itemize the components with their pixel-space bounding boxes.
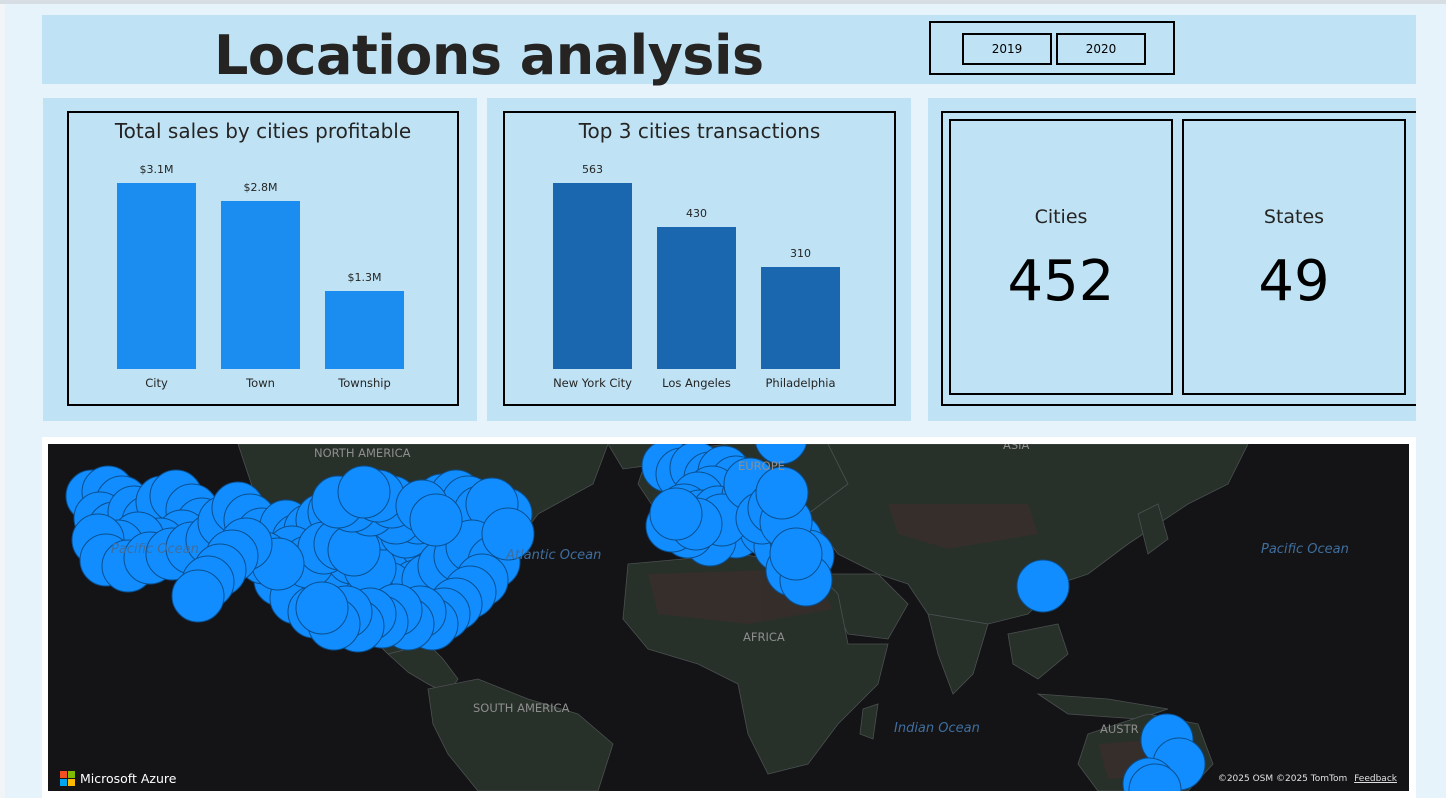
continent-label-australia: AUSTR <box>1100 722 1139 736</box>
sales-chart-title: Total sales by cities profitable <box>114 119 412 143</box>
microsoft-logo-icon <box>60 771 75 786</box>
transactions-bar-value-0: 563 <box>582 163 603 176</box>
transactions-bar-value-2: 310 <box>790 247 811 260</box>
sales-bar-0[interactable] <box>117 183 196 369</box>
map-land-layer <box>65 444 1249 791</box>
transactions-bar-2[interactable] <box>761 267 840 369</box>
transactions-bar-category-1: Los Angeles <box>662 376 731 390</box>
sales-bar-value-0: $3.1M <box>139 163 174 176</box>
transactions-chart-card[interactable]: Top 3 cities transactions 563 New York Ci… <box>503 111 896 406</box>
location-bubble-other-1[interactable] <box>755 466 809 520</box>
map-attribution: ©2025 OSM ©2025 TomTom Feedback <box>1218 774 1397 784</box>
sales-bar-value-1: $2.8M <box>243 181 278 194</box>
continent-label-north-america: NORTH AMERICA <box>314 446 411 460</box>
cities-kpi-label: Cities <box>1034 206 1088 228</box>
left-edge <box>0 4 5 798</box>
sales-bar-1[interactable] <box>221 201 300 369</box>
transactions-bar-category-2: Philadelphia <box>765 376 836 390</box>
sales-bar-value-2: $1.3M <box>347 271 382 284</box>
top-edge <box>0 0 1446 4</box>
transactions-bar-1[interactable] <box>657 227 736 369</box>
logo-square-green <box>68 771 75 778</box>
location-bubble-na-97[interactable] <box>409 493 463 547</box>
transactions-chart-title: Top 3 cities transactions <box>578 119 821 143</box>
sales-bar-category-0: City <box>145 376 168 390</box>
logo-square-yellow <box>68 779 75 786</box>
continent-label-south-america: SOUTH AMERICA <box>473 701 570 715</box>
location-bubble-other-3[interactable] <box>1016 559 1070 613</box>
cities-kpi-card[interactable]: Cities 452 <box>949 119 1173 395</box>
slicer-option-2020[interactable]: 2020 <box>1056 33 1146 65</box>
location-bubble-na-118[interactable] <box>295 581 349 635</box>
ocean-label-atlantic: Atlantic Ocean <box>506 548 602 563</box>
azure-logo-text: Microsoft Azure <box>80 771 177 786</box>
sales-chart-card[interactable]: Total sales by cities profitable $3.1M Ci… <box>67 111 459 406</box>
logo-square-red <box>60 771 67 778</box>
states-kpi-label: States <box>1263 206 1325 228</box>
transactions-bar-category-0: New York City <box>553 376 632 390</box>
world-map[interactable]: Pacific Ocean Atlantic Ocean Pacific Oce… <box>48 444 1409 791</box>
sales-bar-category-2: Township <box>338 376 391 390</box>
sales-bar-category-1: Town <box>246 376 275 390</box>
ocean-label-indian: Indian Ocean <box>894 721 980 736</box>
feedback-link[interactable]: Feedback <box>1354 774 1397 784</box>
logo-square-blue <box>60 779 67 786</box>
year-slicer: 2019 2020 <box>929 21 1175 75</box>
sales-bar-2[interactable] <box>325 291 404 369</box>
transactions-bar-value-1: 430 <box>686 207 707 220</box>
location-bubble-na-104[interactable] <box>171 569 225 623</box>
microsoft-azure-logo: Microsoft Azure <box>60 771 176 786</box>
states-kpi-card[interactable]: States 49 <box>1182 119 1406 395</box>
header-band: Locations analysis <box>42 15 1416 84</box>
page-title: Locations analysis <box>214 24 764 87</box>
continent-label-africa: AFRICA <box>743 630 785 644</box>
location-bubble-eu-28[interactable] <box>649 487 703 541</box>
location-bubble-na-95[interactable] <box>337 465 391 519</box>
continent-label-asia: ASIA <box>1003 444 1030 452</box>
ocean-label-pacific-east: Pacific Ocean <box>1261 542 1349 557</box>
ocean-label-pacific-west: Pacific Ocean <box>111 542 199 557</box>
attribution-text: ©2025 OSM ©2025 TomTom <box>1217 774 1348 784</box>
continent-label-europe: EUROPE <box>738 459 785 473</box>
transactions-bar-0[interactable] <box>553 183 632 369</box>
states-kpi-value: 49 <box>1258 249 1330 314</box>
location-bubble-other-2[interactable] <box>769 527 823 581</box>
cities-kpi-value: 452 <box>1007 249 1115 314</box>
slicer-option-2019[interactable]: 2019 <box>962 33 1052 65</box>
